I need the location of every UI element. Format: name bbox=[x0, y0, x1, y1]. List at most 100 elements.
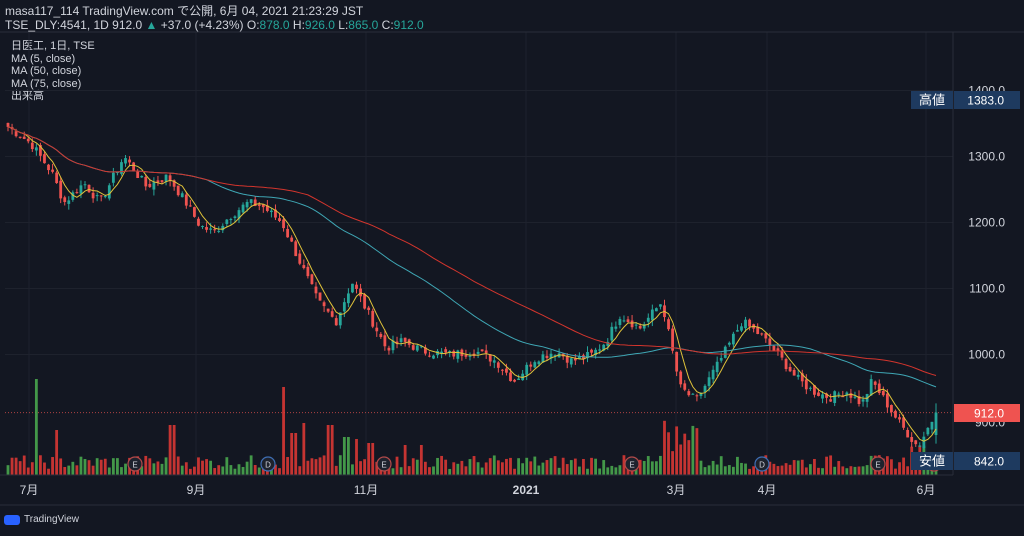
volume-bar bbox=[829, 455, 833, 475]
candle-body bbox=[695, 395, 699, 397]
candle-body bbox=[796, 374, 800, 377]
volume-bar bbox=[51, 457, 54, 475]
candle-body bbox=[55, 172, 59, 184]
volume-bar bbox=[10, 457, 14, 475]
candle-body bbox=[294, 241, 298, 257]
candle-body bbox=[760, 333, 764, 335]
candle-body bbox=[630, 320, 634, 328]
event-marker-label: D bbox=[265, 461, 271, 470]
volume-bar bbox=[221, 466, 225, 475]
candle-body bbox=[22, 136, 26, 139]
candle-body bbox=[736, 330, 739, 332]
candle-body bbox=[829, 399, 833, 402]
price-chart[interactable]: EDEEDEE 1000.01100.01200.01300.01400.090… bbox=[0, 0, 1024, 536]
candle-body bbox=[383, 335, 387, 347]
candle-body bbox=[468, 355, 472, 357]
volume-bar bbox=[14, 457, 18, 475]
volume-bar bbox=[213, 468, 217, 475]
event-marker-label: E bbox=[875, 461, 880, 470]
candle-body bbox=[914, 440, 918, 445]
candle-body bbox=[910, 436, 914, 442]
candle-body bbox=[505, 368, 508, 373]
candle-body bbox=[804, 379, 808, 390]
volume-bar bbox=[885, 456, 889, 475]
candle-body bbox=[634, 324, 638, 326]
candle-body bbox=[772, 345, 776, 351]
volume-bar bbox=[71, 461, 75, 475]
candle-body bbox=[638, 325, 642, 329]
volume-bar bbox=[675, 426, 679, 475]
volume-bar bbox=[371, 443, 375, 475]
volume-bar bbox=[233, 468, 237, 475]
candle-body bbox=[687, 391, 691, 396]
volume-bar bbox=[703, 467, 707, 475]
volume-bar bbox=[338, 455, 342, 475]
volume-bar bbox=[857, 466, 861, 475]
volume-bar bbox=[642, 460, 646, 475]
ma-50-line bbox=[7, 126, 937, 388]
candle-body bbox=[306, 266, 310, 277]
candle-body bbox=[164, 174, 168, 182]
candle-body bbox=[176, 185, 180, 196]
candle-body bbox=[918, 445, 922, 447]
volume-bar bbox=[557, 467, 561, 475]
volume-bar bbox=[594, 458, 597, 475]
volume-bar bbox=[788, 464, 792, 475]
volume-bar bbox=[428, 467, 431, 475]
candle-body bbox=[326, 308, 330, 312]
candle-body bbox=[379, 333, 383, 338]
volume-bar bbox=[290, 433, 294, 475]
candle-body bbox=[784, 359, 788, 369]
candle-body bbox=[298, 253, 302, 264]
x-tick-label: 11月 bbox=[354, 483, 378, 497]
volume-bar bbox=[168, 425, 172, 475]
volume-bar bbox=[407, 466, 411, 475]
candle-body bbox=[484, 350, 488, 354]
volume-bar bbox=[691, 425, 695, 475]
candle-body bbox=[270, 210, 273, 213]
candle-body bbox=[399, 338, 403, 342]
candle-body bbox=[184, 194, 188, 206]
volume-bar bbox=[505, 458, 508, 475]
volume-bar bbox=[484, 462, 488, 475]
volume-bar bbox=[744, 463, 747, 475]
candle-body bbox=[18, 136, 22, 138]
volume-bar bbox=[488, 458, 492, 475]
candle-body bbox=[160, 180, 164, 183]
tradingview-logo[interactable]: TradingView bbox=[4, 514, 79, 525]
candle-body bbox=[310, 274, 314, 285]
candle-body bbox=[930, 421, 934, 430]
candle-body bbox=[934, 412, 938, 436]
candle-body bbox=[334, 318, 338, 326]
volume-bar bbox=[590, 457, 593, 475]
candle-body bbox=[432, 355, 435, 359]
candle-body bbox=[573, 358, 577, 361]
volume-bar bbox=[55, 430, 59, 475]
volume-bar bbox=[586, 468, 589, 475]
volume-bar bbox=[245, 461, 249, 475]
candle-body bbox=[703, 385, 707, 393]
candle-body bbox=[926, 427, 930, 435]
candle-body bbox=[140, 175, 144, 178]
volume-bar bbox=[87, 460, 91, 475]
volume-bar bbox=[342, 437, 346, 475]
candle-body bbox=[415, 345, 419, 351]
candle-body bbox=[371, 310, 375, 327]
ma-75-line bbox=[7, 126, 937, 376]
candle-body bbox=[229, 219, 233, 221]
volume-bar bbox=[99, 459, 103, 475]
volume-bar bbox=[399, 467, 403, 475]
volume-bar bbox=[610, 465, 614, 475]
volume-bar bbox=[444, 459, 448, 475]
candle-body bbox=[387, 347, 391, 351]
volume-bar bbox=[107, 467, 111, 475]
volume-bar bbox=[209, 460, 213, 475]
volume-bar bbox=[663, 420, 666, 475]
candle-body bbox=[861, 399, 865, 402]
candle-body bbox=[500, 369, 504, 371]
candle-body bbox=[646, 317, 650, 322]
volume-bar bbox=[825, 456, 828, 475]
candle-body bbox=[217, 230, 221, 232]
volume-bar bbox=[492, 455, 496, 475]
candle-body bbox=[83, 184, 87, 186]
